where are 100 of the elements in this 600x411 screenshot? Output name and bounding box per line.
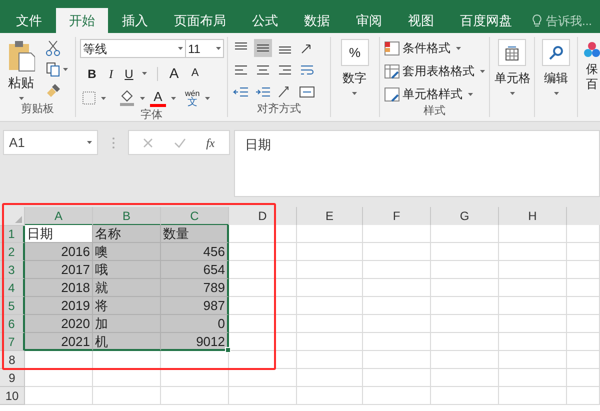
editing-button[interactable]: 编辑 [539, 39, 573, 101]
column-header[interactable]: G [431, 207, 499, 226]
ribbon-tab[interactable]: 视图 [396, 8, 446, 33]
caret-icon[interactable] [171, 96, 176, 100]
table-cell[interactable]: 654 [161, 261, 229, 279]
phonetic-button[interactable]: wén 文 [185, 89, 200, 107]
ribbon-tab[interactable]: 页面布局 [162, 8, 238, 33]
underline-button[interactable]: U [122, 64, 136, 82]
caret-icon [456, 46, 461, 50]
paintbrush-icon[interactable] [46, 83, 61, 98]
caret-icon [480, 70, 485, 72]
table-cell[interactable]: 0 [161, 315, 229, 333]
tell-me-field[interactable]: 告诉我... [532, 8, 592, 33]
column-header[interactable]: E [297, 207, 363, 226]
table-cell[interactable]: 2016 [25, 243, 93, 261]
table-cell[interactable]: 9012 [161, 333, 229, 351]
font-name-field[interactable]: 等线 [80, 39, 186, 58]
row-header[interactable]: 9 [0, 369, 25, 387]
paste-button[interactable]: 粘贴 [4, 39, 38, 101]
increase-font-button[interactable]: A [165, 63, 183, 84]
styles-menu-button[interactable]: 套用表格格式 [384, 62, 485, 80]
table-cell[interactable]: 就 [93, 279, 161, 297]
cell-grid-icon [504, 44, 520, 60]
caret-icon [216, 47, 221, 50]
group-label: 字体 [140, 108, 164, 123]
row-header[interactable]: 10 [0, 387, 25, 405]
row-header[interactable]: 4 [0, 279, 25, 297]
ribbon-tab[interactable]: 公式 [240, 8, 290, 33]
styles-menu-button[interactable]: 条件格式 [384, 39, 485, 57]
align-middle-icon[interactable] [254, 39, 272, 57]
ribbon-tab[interactable]: 开始 [56, 8, 108, 33]
table-cell[interactable]: 2017 [25, 261, 93, 279]
caret-icon [178, 47, 183, 50]
ribbon-tab[interactable]: 数据 [292, 8, 342, 33]
column-header[interactable]: D [229, 207, 297, 226]
caret-icon [510, 92, 515, 95]
borders-icon[interactable] [82, 91, 96, 105]
table-cell[interactable]: 2021 [25, 333, 93, 351]
search-icon [548, 44, 564, 60]
caret-icon[interactable] [63, 68, 68, 71]
table-cell[interactable]: 噢 [93, 243, 161, 261]
row-header[interactable]: 6 [0, 315, 25, 333]
font-color-button[interactable]: A [150, 90, 166, 106]
cell-style-icon [384, 86, 400, 102]
table-cell[interactable]: 987 [161, 297, 229, 315]
lightbulb-icon [532, 14, 542, 28]
formula-input[interactable]: 日期 [234, 130, 600, 197]
caret-icon [87, 141, 92, 144]
table-cell[interactable]: 2020 [25, 315, 93, 333]
column-header[interactable]: F [363, 207, 431, 226]
table-cell[interactable]: 日期 [25, 225, 93, 243]
table-cell[interactable]: 名称 [93, 225, 161, 243]
column-header[interactable]: A [25, 207, 93, 226]
column-header[interactable]: C [161, 207, 229, 226]
ribbon-tab[interactable]: 百度网盘 [448, 8, 524, 33]
table-cell[interactable]: 机 [93, 333, 161, 351]
caret-icon [468, 92, 473, 96]
table-format-icon [384, 64, 400, 78]
column-header[interactable]: B [93, 207, 161, 226]
ribbon-tab[interactable]: 文件 [4, 8, 54, 33]
table-cell[interactable]: 456 [161, 243, 229, 261]
table-cell[interactable]: 2018 [25, 279, 93, 297]
row-header[interactable]: 3 [0, 261, 25, 279]
name-box[interactable]: A1 [3, 130, 98, 155]
column-header[interactable]: H [499, 207, 567, 226]
font-size-field[interactable]: 11 [186, 39, 224, 58]
insert-function-button[interactable]: fx [206, 134, 215, 152]
fill-handle[interactable] [225, 347, 231, 353]
italic-button[interactable]: I [103, 64, 119, 82]
save-label: 保 [586, 62, 598, 77]
bold-button[interactable]: B [84, 64, 100, 82]
save-label: 百 [586, 77, 598, 92]
cells-button[interactable]: 单元格 [494, 39, 530, 101]
caret-icon[interactable] [204, 96, 210, 100]
cloud-icon [584, 41, 600, 59]
group-label: 对齐方式 [256, 102, 302, 117]
table-cell[interactable]: 将 [93, 297, 161, 315]
row-header[interactable]: 7 [0, 333, 25, 351]
caret-icon[interactable] [18, 96, 24, 100]
table-cell[interactable]: 加 [93, 315, 161, 333]
table-cell[interactable]: 2019 [25, 297, 93, 315]
copy-icon[interactable] [46, 62, 60, 77]
caret-icon[interactable] [142, 72, 147, 75]
ribbon-tab[interactable]: 插入 [110, 8, 160, 33]
caret-icon[interactable] [101, 96, 106, 100]
scissors-icon[interactable] [46, 40, 60, 56]
ribbon-tab[interactable]: 审阅 [344, 8, 394, 33]
row-header[interactable]: 5 [0, 297, 25, 315]
table-cell[interactable]: 789 [161, 279, 229, 297]
row-header[interactable]: 2 [0, 243, 25, 261]
fill-bucket-icon[interactable] [119, 90, 135, 106]
check-icon[interactable] [174, 138, 186, 148]
caret-icon[interactable] [140, 96, 145, 100]
styles-menu-button[interactable]: 单元格样式 [384, 85, 485, 103]
decrease-font-button[interactable]: A [186, 65, 204, 82]
table-cell[interactable]: 哦 [93, 261, 161, 279]
number-format-button[interactable]: % 数字 [334, 39, 375, 101]
table-cell[interactable]: 数量 [161, 225, 229, 243]
group-label: 剪贴板 [20, 102, 55, 117]
caret-icon [554, 92, 559, 95]
